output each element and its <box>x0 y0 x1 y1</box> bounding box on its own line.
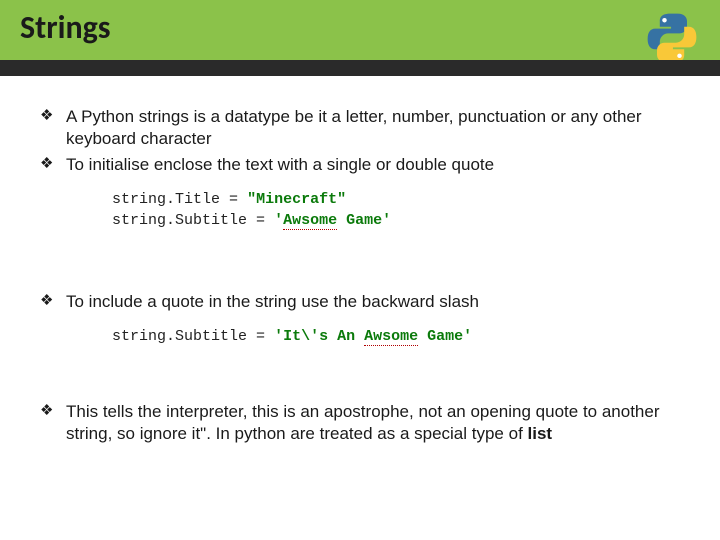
bullet-item: ❖ This tells the interpreter, this is an… <box>40 401 680 445</box>
code-string-misspelled: Awsome <box>364 328 418 346</box>
bullet-text: This tells the interpreter, this is an a… <box>66 401 680 445</box>
bullet-item: ❖ To include a quote in the string use t… <box>40 291 680 313</box>
code-string: Game' <box>337 212 391 229</box>
bullet-text: A Python strings is a datatype be it a l… <box>66 106 680 150</box>
code-token: . <box>166 212 175 229</box>
code-block-2: string.Subtitle = 'It\'s An Awsome Game' <box>112 327 680 347</box>
code-token: string <box>112 212 166 229</box>
diamond-bullet-icon: ❖ <box>40 154 66 176</box>
python-logo-icon <box>642 8 702 68</box>
code-line: string.Subtitle = 'It\'s An Awsome Game' <box>112 327 680 347</box>
diamond-bullet-icon: ❖ <box>40 291 66 313</box>
code-block-1: string.Title = "Minecraft" string.Subtit… <box>112 190 680 231</box>
code-string: 'It\'s An <box>274 328 364 345</box>
code-string-misspelled: Awsome <box>283 212 337 230</box>
code-token: Title <box>175 191 229 208</box>
code-token: string <box>112 328 166 345</box>
code-token: = <box>256 212 274 229</box>
bullet-text: To initialise enclose the text with a si… <box>66 154 680 176</box>
bullet-text-part: This tells the interpreter, this is an a… <box>66 402 660 443</box>
bullet-text-bold: list <box>528 424 553 443</box>
code-token: . <box>166 191 175 208</box>
code-token: Subtitle <box>175 328 256 345</box>
code-token: string <box>112 191 166 208</box>
code-line: string.Subtitle = 'Awsome Game' <box>112 211 680 231</box>
code-string: Game' <box>418 328 472 345</box>
code-token: = <box>256 328 274 345</box>
bullet-item: ❖ A Python strings is a datatype be it a… <box>40 106 680 150</box>
diamond-bullet-icon: ❖ <box>40 106 66 150</box>
bullet-item: ❖ To initialise enclose the text with a … <box>40 154 680 176</box>
code-string: "Minecraft" <box>247 191 346 208</box>
code-token: Subtitle <box>175 212 256 229</box>
code-token: = <box>229 191 247 208</box>
bullet-text: To include a quote in the string use the… <box>66 291 680 313</box>
slide-title: Strings <box>20 8 111 47</box>
code-string: ' <box>274 212 283 229</box>
header-underline <box>0 60 720 76</box>
diamond-bullet-icon: ❖ <box>40 401 66 445</box>
slide-header: Strings <box>0 0 720 76</box>
code-token: . <box>166 328 175 345</box>
code-line: string.Title = "Minecraft" <box>112 190 680 210</box>
slide-content: ❖ A Python strings is a datatype be it a… <box>0 76 720 445</box>
